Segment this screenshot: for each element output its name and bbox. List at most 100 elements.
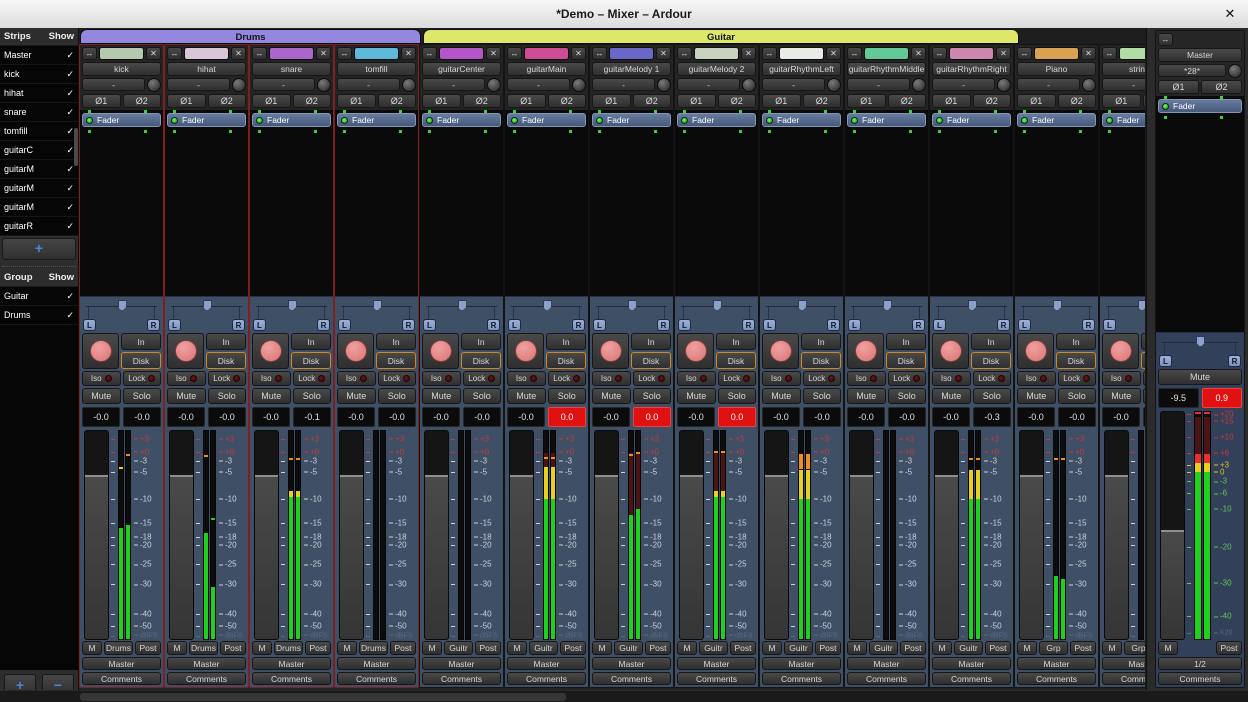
- processor-active-led[interactable]: [171, 117, 178, 124]
- solo-button[interactable]: Solo: [888, 388, 927, 404]
- strip-width-icon[interactable]: ↔: [932, 47, 947, 60]
- strips-list-item[interactable]: guitarM✓: [0, 198, 78, 217]
- record-arm-button[interactable]: [337, 333, 374, 369]
- meter-left[interactable]: [203, 430, 209, 640]
- comments-button[interactable]: Comments: [762, 672, 841, 685]
- strip-hide-icon[interactable]: ✕: [486, 47, 501, 60]
- monitor-input-button[interactable]: In: [971, 333, 1011, 350]
- strip-name-button[interactable]: tomfill: [337, 62, 416, 76]
- strip-color-swatch[interactable]: [1034, 47, 1079, 60]
- monitor-input-button[interactable]: In: [376, 333, 416, 350]
- solo-isolate-button[interactable]: Iso: [592, 371, 631, 386]
- metering-point-button[interactable]: Post: [1070, 641, 1096, 655]
- pan-right-button[interactable]: R: [572, 319, 585, 331]
- phase-invert-2-button[interactable]: Ø2: [208, 94, 247, 108]
- gain-display[interactable]: -0.0: [422, 407, 460, 427]
- processor-active-led[interactable]: [596, 117, 603, 124]
- solo-lock-button[interactable]: Lock: [633, 371, 672, 386]
- meter-left[interactable]: [968, 430, 974, 640]
- monitor-disk-button[interactable]: Disk: [376, 352, 416, 369]
- strips-list-item[interactable]: kick✓: [0, 65, 78, 84]
- processor-box[interactable]: Fader: [165, 110, 248, 296]
- mute-button[interactable]: Mute: [677, 388, 716, 404]
- strip-name-button[interactable]: guitarMelody 2: [677, 62, 756, 76]
- comments-button[interactable]: Comments: [82, 672, 161, 685]
- record-arm-button[interactable]: [762, 333, 799, 369]
- solo-isolate-button[interactable]: Iso: [167, 371, 206, 386]
- strip-hide-icon[interactable]: ✕: [316, 47, 331, 60]
- strip-name-button[interactable]: guitarRhythmLeft: [762, 62, 841, 76]
- mono-button[interactable]: M: [592, 641, 612, 655]
- solo-isolate-button[interactable]: Iso: [337, 371, 376, 386]
- metering-point-button[interactable]: Post: [220, 641, 246, 655]
- monitor-disk-button[interactable]: Disk: [546, 352, 586, 369]
- pan-widget[interactable]: LR: [507, 299, 586, 331]
- phase-invert-2-button[interactable]: Ø2: [1143, 94, 1146, 108]
- pan-right-button[interactable]: R: [487, 319, 500, 331]
- pan-widget[interactable]: LR: [252, 299, 331, 331]
- visible-checkbox[interactable]: ✓: [66, 107, 74, 118]
- trim-display-button[interactable]: -: [932, 78, 995, 91]
- volume-fader[interactable]: [424, 430, 449, 640]
- output-button[interactable]: Master: [762, 657, 841, 670]
- mono-button[interactable]: M: [1158, 641, 1178, 655]
- meter-right[interactable]: [890, 430, 896, 640]
- strip-width-icon[interactable]: ↔: [677, 47, 692, 60]
- record-arm-button[interactable]: [167, 333, 204, 369]
- monitor-disk-button[interactable]: Disk: [291, 352, 331, 369]
- processor-box[interactable]: Fader: [590, 110, 673, 296]
- monitor-disk-button[interactable]: Disk: [461, 352, 501, 369]
- volume-fader[interactable]: [1160, 411, 1185, 640]
- metering-point-button[interactable]: Post: [390, 641, 416, 655]
- solo-button[interactable]: Solo: [293, 388, 332, 404]
- meter-left[interactable]: [458, 430, 464, 640]
- mute-button[interactable]: Mute: [1017, 388, 1056, 404]
- trim-knob[interactable]: [317, 78, 331, 92]
- peak-display[interactable]: -0.0: [208, 407, 246, 427]
- processor-active-led[interactable]: [341, 117, 348, 124]
- group-button[interactable]: Drums: [104, 641, 133, 655]
- solo-lock-button[interactable]: Lock: [718, 371, 757, 386]
- strip-hide-icon[interactable]: ✕: [741, 47, 756, 60]
- metering-point-button[interactable]: Post: [560, 641, 586, 655]
- phase-invert-2-button[interactable]: Ø2: [1058, 94, 1097, 108]
- strip-name-button[interactable]: guitarCenter: [422, 62, 501, 76]
- stereo-meter[interactable]: [288, 430, 301, 640]
- processor-box[interactable]: Fader: [505, 110, 588, 296]
- phase-invert-1-button[interactable]: Ø1: [1017, 94, 1056, 108]
- pan-left-button[interactable]: L: [848, 319, 861, 331]
- meter-right[interactable]: [1060, 430, 1066, 640]
- trim-display-button[interactable]: -: [337, 78, 400, 91]
- trim-display-button[interactable]: -: [82, 78, 145, 91]
- phase-invert-1-button[interactable]: Ø1: [167, 94, 206, 108]
- group-button[interactable]: Guitr: [869, 641, 898, 655]
- trim-display-button[interactable]: -: [252, 78, 315, 91]
- output-button[interactable]: Master: [507, 657, 586, 670]
- volume-fader[interactable]: [764, 430, 789, 640]
- fader-processor-entry[interactable]: Fader: [847, 113, 926, 127]
- metering-point-button[interactable]: Post: [900, 641, 926, 655]
- metering-point-button[interactable]: Post: [985, 641, 1011, 655]
- processor-box[interactable]: Fader: [760, 110, 843, 296]
- phase-invert-2-button[interactable]: Ø2: [1201, 80, 1242, 94]
- mono-button[interactable]: M: [422, 641, 442, 655]
- fader-processor-entry[interactable]: Fader: [167, 113, 246, 127]
- strip-name-button[interactable]: Piano: [1017, 62, 1096, 76]
- record-arm-button[interactable]: [592, 333, 629, 369]
- solo-lock-button[interactable]: Lock: [463, 371, 502, 386]
- pan-right-button[interactable]: R: [657, 319, 670, 331]
- peak-display[interactable]: 0.0: [548, 407, 586, 427]
- visible-checkbox[interactable]: ✓: [66, 145, 74, 156]
- strip-hide-icon[interactable]: ✕: [571, 47, 586, 60]
- gain-display[interactable]: -0.0: [167, 407, 205, 427]
- pan-left-button[interactable]: L: [423, 319, 436, 331]
- output-button[interactable]: Master: [932, 657, 1011, 670]
- mono-button[interactable]: M: [167, 641, 187, 655]
- comments-button[interactable]: Comments: [847, 672, 926, 685]
- fader-processor-entry[interactable]: Fader: [932, 113, 1011, 127]
- meter-right[interactable]: [975, 430, 981, 640]
- solo-button[interactable]: Solo: [1058, 388, 1097, 404]
- mono-button[interactable]: M: [677, 641, 697, 655]
- visible-checkbox[interactable]: ✓: [66, 183, 74, 194]
- solo-button[interactable]: Solo: [548, 388, 587, 404]
